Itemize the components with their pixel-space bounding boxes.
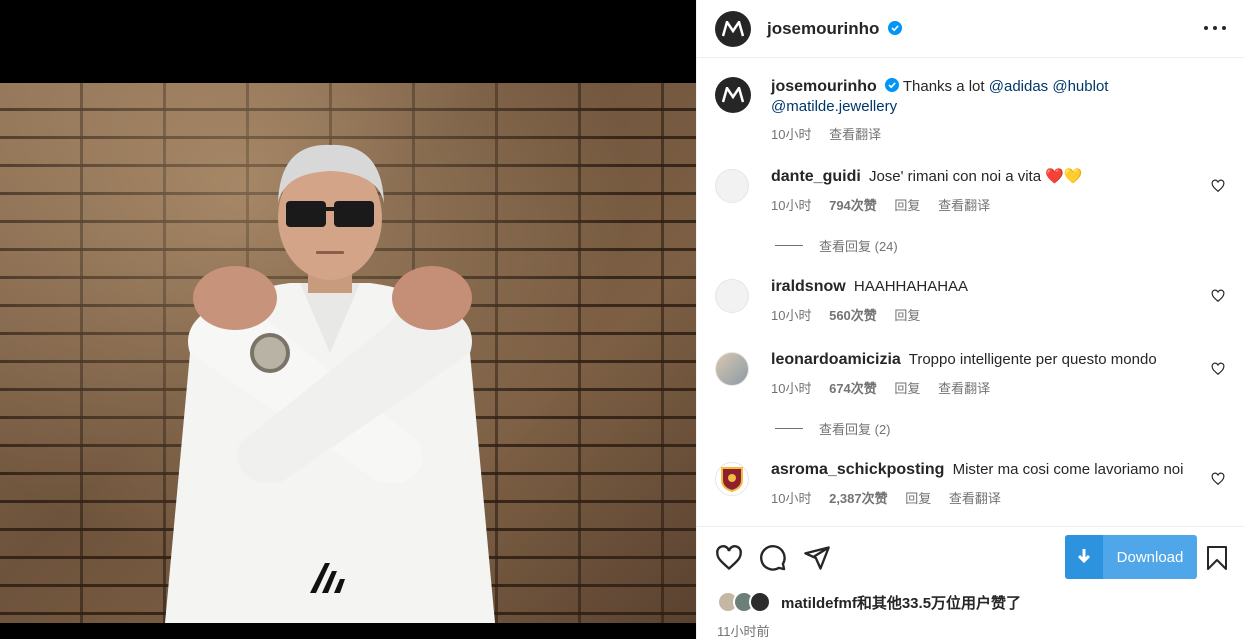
mention-link[interactable]: @hublot: [1052, 78, 1108, 95]
comment-item: leonardoamicizia Troppo intelligente per…: [715, 350, 1225, 397]
post-media[interactable]: [0, 0, 696, 639]
comment-item: asroma_schickposting Mister ma cosi come…: [715, 460, 1225, 507]
action-icons: [715, 544, 847, 572]
post-photo[interactable]: [0, 83, 696, 623]
caption-meta: 10小时 查看翻译: [771, 125, 1151, 145]
bookmark-icon[interactable]: [1205, 545, 1229, 571]
caption-text: josemourinho Thanks a lot @adidas @hublo…: [771, 77, 1151, 145]
post-header: josemourinho: [697, 0, 1244, 58]
comment-body: asroma_schickposting Mister ma cosi come…: [771, 460, 1225, 507]
person-illustration: [165, 144, 495, 623]
comment-meta: 10小时 674次赞 回复 查看翻译: [771, 378, 1225, 397]
verified-icon: [888, 20, 903, 35]
comment-body: leonardoamicizia Troppo intelligente per…: [771, 350, 1225, 397]
comment-meta: 10小时 560次赞 回复: [771, 305, 1225, 324]
comment-meta: 10小时 794次赞 回复 查看翻译: [771, 195, 1225, 214]
more-icon[interactable]: [1204, 18, 1226, 38]
comment-username[interactable]: leonardoamicizia: [771, 351, 901, 368]
commenter-avatar[interactable]: [715, 352, 749, 386]
reply-link[interactable]: 回复: [894, 381, 920, 396]
comment-icon[interactable]: [759, 544, 787, 572]
caption-body: Thanks a lot: [902, 78, 985, 95]
download-icon: [1065, 535, 1103, 579]
comment-line: asroma_schickposting Mister ma cosi come…: [771, 460, 1225, 480]
comment-time: 10小时: [771, 381, 812, 396]
replies-divider: [775, 245, 803, 246]
reply-link[interactable]: 回复: [894, 198, 920, 213]
post-timestamp: 11小时前: [717, 624, 770, 639]
likes-text[interactable]: matildefmf和其他33.5万位用户赞了: [781, 592, 1021, 613]
download-label: Download: [1116, 548, 1184, 566]
commenter-avatar[interactable]: [715, 279, 749, 313]
comment-text: HAAHHAHAHAA: [853, 278, 969, 295]
heart-icon[interactable]: [1211, 362, 1225, 376]
comment-username[interactable]: asroma_schickposting: [771, 461, 944, 478]
replies-divider: [775, 428, 803, 429]
header-username[interactable]: josemourinho: [767, 19, 903, 39]
comment-item: iraldsnow HAAHHAHAHAA 10小时 560次赞 回复: [715, 277, 1225, 324]
comment-likes[interactable]: 794次赞: [829, 198, 877, 213]
comment-item: dante_guidi Jose' rimani con noi a vita …: [715, 167, 1225, 214]
comment-likes[interactable]: 2,387次赞: [829, 491, 888, 506]
heart-icon[interactable]: [1211, 472, 1225, 486]
heart-icon[interactable]: [1211, 289, 1225, 303]
post-caption: josemourinho Thanks a lot @adidas @hublo…: [715, 77, 1151, 145]
brand-logo-icon: [722, 20, 744, 36]
comment-username[interactable]: iraldsnow: [771, 278, 846, 295]
view-replies-label[interactable]: 查看回复 (24): [819, 236, 898, 255]
comment-time: 10小时: [771, 198, 812, 213]
comment-text: Mister ma cosi come lavoriamo noi: [952, 461, 1184, 478]
post-detail-panel: josemourinho josemourinho Thanks a lot @…: [696, 0, 1244, 639]
comment-time: 10小时: [771, 308, 812, 323]
comment-body: iraldsnow HAAHHAHAHAA 10小时 560次赞 回复: [771, 277, 1225, 324]
comment-likes[interactable]: 674次赞: [829, 381, 877, 396]
likes-summary[interactable]: matildefmf和其他33.5万位用户赞了: [717, 591, 1021, 613]
comment-meta: 10小时 2,387次赞 回复 查看翻译: [771, 488, 1225, 507]
download-button[interactable]: Download: [1065, 535, 1197, 579]
comment-likes[interactable]: 560次赞: [829, 308, 877, 323]
view-replies-label[interactable]: 查看回复 (2): [819, 419, 891, 438]
comment-emoji: ❤️💛: [1045, 168, 1083, 185]
view-replies[interactable]: 查看回复 (2): [775, 419, 891, 438]
caption-username[interactable]: josemourinho: [771, 78, 877, 95]
comment-line: dante_guidi Jose' rimani con noi a vita …: [771, 167, 1225, 187]
translate-link[interactable]: 查看翻译: [949, 491, 1001, 506]
more-dot: [1213, 26, 1217, 30]
comments-list[interactable]: josemourinho Thanks a lot @adidas @hublo…: [697, 59, 1244, 525]
comment-text: Jose' rimani con noi a vita: [868, 168, 1042, 185]
comment-username[interactable]: dante_guidi: [771, 168, 861, 185]
translate-link[interactable]: 查看翻译: [829, 127, 881, 142]
comment-time: 10小时: [771, 491, 812, 506]
more-dot: [1222, 26, 1226, 30]
liker-avatar: [749, 591, 771, 613]
comment-text: Troppo intelligente per questo mondo: [908, 351, 1157, 368]
caption-time: 10小时: [771, 127, 812, 142]
verified-icon: [884, 78, 899, 92]
comment-line: leonardoamicizia Troppo intelligente per…: [771, 350, 1225, 370]
mention-link[interactable]: @adidas: [989, 78, 1048, 95]
reply-link[interactable]: 回复: [894, 308, 920, 323]
club-crest-icon: [721, 467, 743, 492]
comment-body: dante_guidi Jose' rimani con noi a vita …: [771, 167, 1225, 214]
mention-link[interactable]: @matilde.jewellery: [771, 98, 897, 115]
reply-link[interactable]: 回复: [905, 491, 931, 506]
header-username-text[interactable]: josemourinho: [767, 19, 879, 38]
commenter-avatar[interactable]: [715, 462, 749, 496]
brand-logo-icon: [722, 87, 744, 103]
more-dot: [1204, 26, 1208, 30]
comment-line: iraldsnow HAAHHAHAHAA: [771, 277, 1225, 297]
caption-avatar[interactable]: [715, 77, 751, 113]
heart-icon[interactable]: [1211, 179, 1225, 193]
commenter-avatar[interactable]: [715, 169, 749, 203]
action-bar: Download matildefmf和其他33.5万位用户赞了 11小时前: [697, 526, 1244, 639]
translate-link[interactable]: 查看翻译: [938, 381, 990, 396]
view-replies[interactable]: 查看回复 (24): [775, 236, 898, 255]
translate-link[interactable]: 查看翻译: [938, 198, 990, 213]
share-icon[interactable]: [803, 544, 831, 572]
heart-icon[interactable]: [715, 544, 743, 572]
avatar[interactable]: [715, 10, 751, 47]
